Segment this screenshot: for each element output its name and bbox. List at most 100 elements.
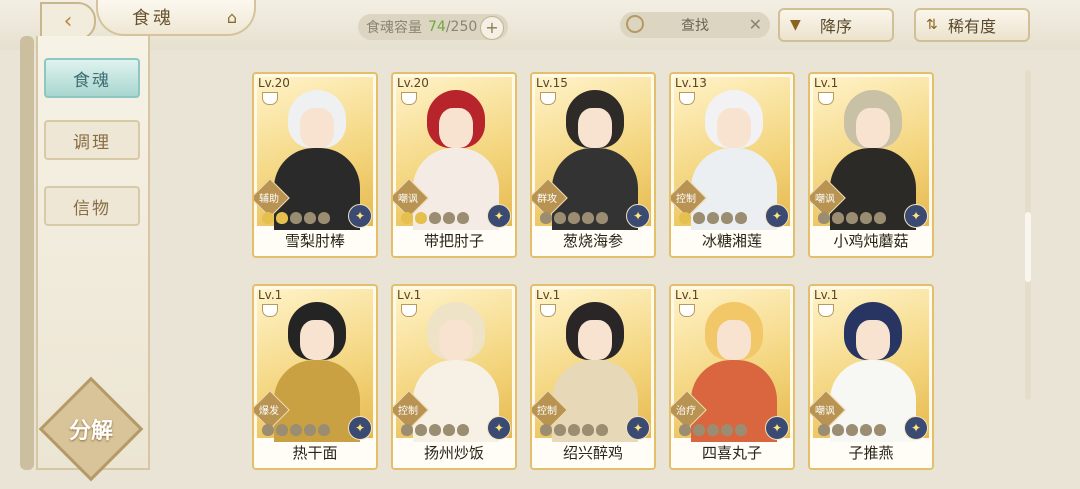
star-rating xyxy=(540,424,608,438)
star-icon xyxy=(443,212,455,224)
sidebar-item-tokens[interactable]: 信物 xyxy=(44,186,140,226)
card-name: 四喜丸子 xyxy=(671,438,793,468)
star-icon xyxy=(540,212,552,224)
star-icon xyxy=(707,424,719,436)
star-icon xyxy=(568,212,580,224)
star-icon xyxy=(262,212,274,224)
star-icon xyxy=(693,212,705,224)
character-card[interactable]: Lv.1 嘲讽 ✦ 子推燕 xyxy=(808,284,934,470)
capacity-total: /250 xyxy=(445,19,478,35)
back-button[interactable]: ‹ xyxy=(40,2,96,40)
star-icon xyxy=(429,424,441,436)
star-rating xyxy=(262,212,330,226)
character-figure xyxy=(828,300,918,442)
star-icon xyxy=(429,212,441,224)
element-icon: ✦ xyxy=(765,204,789,228)
character-face xyxy=(717,320,751,360)
star-icon xyxy=(318,424,330,436)
character-figure xyxy=(689,88,779,230)
clear-search-icon[interactable]: ✕ xyxy=(749,15,762,34)
role-label: 治疗 xyxy=(676,406,696,417)
role-label: 嘲讽 xyxy=(815,194,835,205)
decompose-button[interactable]: 分解 xyxy=(56,394,126,464)
decompose-label: 分解 xyxy=(68,419,113,444)
card-level: Lv.13 xyxy=(675,76,707,90)
element-icon: ✦ xyxy=(487,416,511,440)
character-card[interactable]: Lv.1 嘲讽 ✦ 小鸡炖蘑菇 xyxy=(808,72,934,258)
sidebar-item-cooking[interactable]: 调理 xyxy=(44,120,140,160)
star-icon xyxy=(457,424,469,436)
sidebar-pillar xyxy=(20,36,34,470)
character-figure xyxy=(828,88,918,230)
card-level: Lv.1 xyxy=(814,76,839,90)
star-icon xyxy=(721,424,733,436)
star-icon xyxy=(596,424,608,436)
star-icon xyxy=(860,424,872,436)
star-icon xyxy=(554,212,566,224)
star-rating xyxy=(401,212,469,226)
element-icon: ✦ xyxy=(348,204,372,228)
search-icon xyxy=(626,15,644,33)
role-label: 嘲讽 xyxy=(398,194,418,205)
star-rating xyxy=(540,212,608,226)
character-figure xyxy=(272,88,362,230)
role-label: 辅助 xyxy=(259,194,279,205)
role-label: 嘲讽 xyxy=(815,406,835,417)
role-label: 群攻 xyxy=(537,194,557,205)
capacity-display: 食魂容量 74 /250 + xyxy=(358,14,508,40)
search-placeholder: 查找 xyxy=(681,18,709,34)
character-card[interactable]: Lv.15 群攻 ✦ 葱烧海参 xyxy=(530,72,656,258)
sort-down-icon: ▼ xyxy=(790,17,801,33)
element-icon: ✦ xyxy=(904,204,928,228)
card-level: Lv.20 xyxy=(258,76,290,90)
character-card[interactable]: Lv.1 控制 ✦ 绍兴醉鸡 xyxy=(530,284,656,470)
character-card[interactable]: Lv.1 爆发 ✦ 热干面 xyxy=(252,284,378,470)
sort-order-button[interactable]: ▼ 降序 xyxy=(778,8,894,42)
bowl-icon xyxy=(262,92,278,105)
star-icon xyxy=(596,212,608,224)
star-icon xyxy=(707,212,719,224)
star-icon xyxy=(735,212,747,224)
star-icon xyxy=(276,424,288,436)
star-icon xyxy=(832,212,844,224)
star-icon xyxy=(874,424,886,436)
expand-capacity-button[interactable]: + xyxy=(480,16,504,40)
sidebar-item-food-souls[interactable]: 食魂 xyxy=(44,58,140,98)
star-icon xyxy=(582,424,594,436)
card-name: 热干面 xyxy=(254,438,376,468)
star-icon xyxy=(415,424,427,436)
role-label: 控制 xyxy=(398,406,418,417)
star-icon xyxy=(304,212,316,224)
star-rating xyxy=(818,424,886,438)
star-icon xyxy=(401,212,413,224)
star-icon xyxy=(846,212,858,224)
star-icon xyxy=(415,212,427,224)
star-icon xyxy=(818,424,830,436)
scrollbar-thumb[interactable] xyxy=(1025,212,1031,282)
character-card[interactable]: Lv.13 控制 ✦ 冰糖湘莲 xyxy=(669,72,795,258)
star-icon xyxy=(304,424,316,436)
star-icon xyxy=(318,212,330,224)
star-icon xyxy=(679,212,691,224)
character-face xyxy=(300,108,334,148)
star-rating xyxy=(679,424,747,438)
search-input[interactable]: 查找 ✕ xyxy=(620,12,770,38)
character-card[interactable]: Lv.20 辅助 ✦ 雪梨肘棒 xyxy=(252,72,378,258)
bowl-icon xyxy=(540,92,556,105)
character-card[interactable]: Lv.20 嘲讽 ✦ 带把肘子 xyxy=(391,72,517,258)
sort-rarity-button[interactable]: ⇅ 稀有度 xyxy=(914,8,1030,42)
element-icon: ✦ xyxy=(765,416,789,440)
rarity-icon: ⇅ xyxy=(926,17,938,33)
character-card[interactable]: Lv.1 治疗 ✦ 四喜丸子 xyxy=(669,284,795,470)
role-label: 控制 xyxy=(676,194,696,205)
character-card[interactable]: Lv.1 控制 ✦ 扬州炒饭 xyxy=(391,284,517,470)
card-level: Lv.15 xyxy=(536,76,568,90)
star-icon xyxy=(860,212,872,224)
element-icon: ✦ xyxy=(626,416,650,440)
star-icon xyxy=(290,212,302,224)
card-name: 扬州炒饭 xyxy=(393,438,515,468)
character-face xyxy=(439,320,473,360)
card-name: 带把肘子 xyxy=(393,226,515,256)
character-face xyxy=(300,320,334,360)
sidebar-item-label: 调理 xyxy=(73,132,111,153)
